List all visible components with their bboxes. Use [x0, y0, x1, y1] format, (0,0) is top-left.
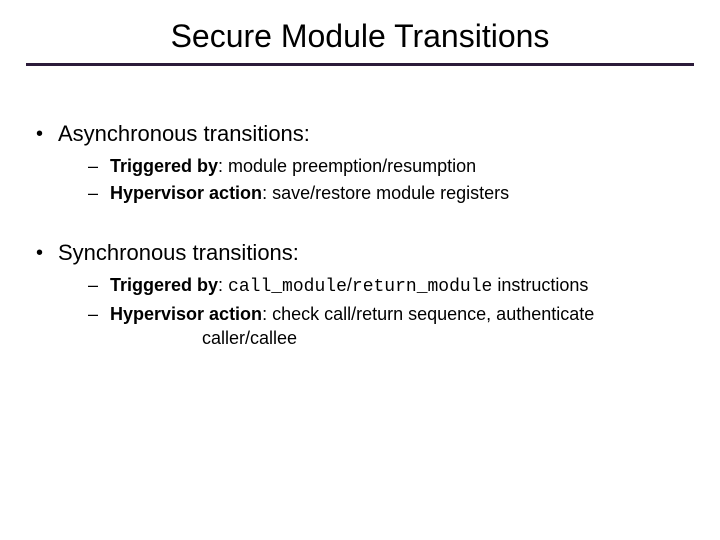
sub-text: : module preemption/resumption: [218, 156, 476, 176]
sub-label: Hypervisor action: [110, 304, 262, 324]
sub-item: Triggered by: module preemption/resumpti…: [86, 155, 690, 178]
sub-text: : save/restore module registers: [262, 183, 509, 203]
slide-title: Secure Module Transitions: [0, 0, 720, 63]
code-token: return_module: [352, 277, 492, 297]
sub-item: Hypervisor action: save/restore module r…: [86, 182, 690, 205]
sub-text: : check call/return sequence, authentica…: [262, 304, 594, 324]
sub-text: instructions: [492, 275, 588, 295]
bullet-list: Asynchronous transitions: Triggered by: …: [30, 121, 690, 350]
slide: Secure Module Transitions Asynchronous t…: [0, 0, 720, 540]
bullet-heading: Synchronous transitions:: [58, 240, 299, 265]
sub-list: Triggered by: call_module/return_module …: [58, 274, 690, 350]
sub-label: Hypervisor action: [110, 183, 262, 203]
sub-text-continuation: caller/callee: [110, 327, 690, 350]
sub-label: Triggered by: [110, 275, 218, 295]
bullet-heading: Asynchronous transitions:: [58, 121, 310, 146]
bullet-async: Asynchronous transitions: Triggered by: …: [30, 121, 690, 206]
sub-item: Triggered by: call_module/return_module …: [86, 274, 690, 299]
sub-label: Triggered by: [110, 156, 218, 176]
sub-item: Hypervisor action: check call/return seq…: [86, 303, 690, 350]
sub-list: Triggered by: module preemption/resumpti…: [58, 155, 690, 206]
sub-text: :: [218, 275, 228, 295]
slide-body: Asynchronous transitions: Triggered by: …: [0, 66, 720, 350]
bullet-sync: Synchronous transitions: Triggered by: c…: [30, 240, 690, 350]
code-token: call_module: [228, 277, 347, 297]
